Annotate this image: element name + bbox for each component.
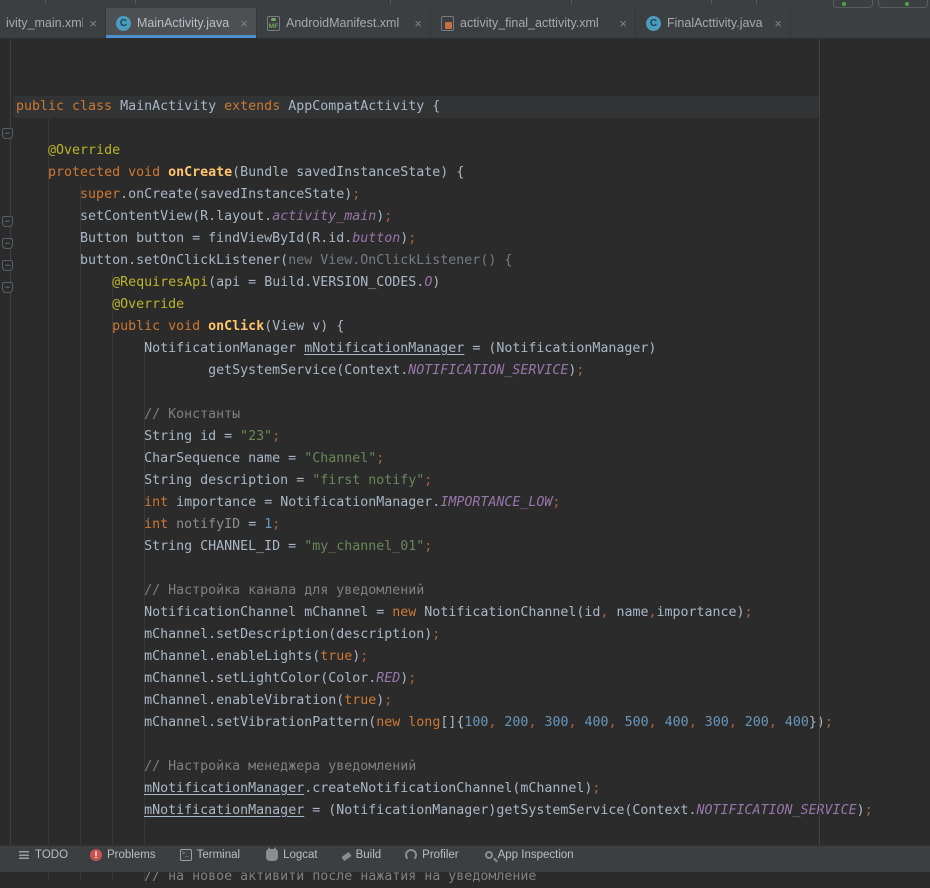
run-status-dot: [842, 2, 846, 6]
build-icon: [341, 852, 351, 861]
code-line: [16, 382, 873, 404]
fold-icon[interactable]: −: [2, 282, 13, 293]
code-line: mChannel.setVibrationPattern(new long[]{…: [16, 712, 873, 734]
tool-window-bar: TODO Problems Terminal Logcat Build Profiler A…: [0, 845, 930, 872]
toolbar-strip: [0, 0, 930, 8]
code-line: String CHANNEL_ID = "my_channel_01";: [16, 536, 873, 558]
manifest-file-icon: [267, 16, 280, 31]
code-line: mNotificationManager = (NotificationMana…: [16, 800, 873, 822]
java-class-icon: C: [116, 16, 131, 31]
problems-icon: [90, 849, 102, 861]
code-line: // Константы: [16, 404, 873, 426]
code-line: [16, 558, 873, 580]
toolbar-tick: [571, 0, 572, 4]
tool-window-button-problems[interactable]: Problems: [90, 849, 156, 861]
right-margin-guide: [819, 39, 820, 845]
close-icon[interactable]: ×: [238, 17, 250, 30]
code-line: int notifyID = 1;: [16, 514, 873, 536]
tool-window-label: Terminal: [197, 849, 240, 861]
code-editor[interactable]: public class MainActivity extends AppCom…: [0, 39, 930, 845]
tool-window-label: Build: [356, 849, 382, 861]
terminal-icon: [180, 849, 192, 861]
toolbar-button[interactable]: [833, 0, 873, 8]
tool-window-button-profiler[interactable]: Profiler: [405, 849, 458, 861]
toolbar-tick: [756, 0, 757, 4]
toolbar-tick: [135, 0, 136, 4]
java-class-icon: C: [646, 16, 661, 31]
code-line: public void onClick(View v) {: [16, 316, 873, 338]
code-line: String description = "first notify";: [16, 470, 873, 492]
code-line: Button button = findViewById(R.id.button…: [16, 228, 873, 250]
code-line: // Настройка канала для уведомлений: [16, 580, 873, 602]
tool-window-button-build[interactable]: Build: [342, 849, 382, 861]
code-line: mChannel.enableLights(true);: [16, 646, 873, 668]
close-icon[interactable]: ×: [87, 17, 99, 30]
tool-window-button-terminal[interactable]: Terminal: [180, 849, 240, 861]
toolbar-tick: [711, 0, 712, 4]
code-text[interactable]: public class MainActivity extends AppCom…: [16, 96, 873, 888]
editor-tab-bar: ivity_main.xml×CMainActivity.java×Androi…: [0, 8, 930, 39]
tab-label: AndroidManifest.xml: [286, 16, 399, 30]
tab-label: MainActivity.java: [137, 16, 229, 30]
tab-ivity-main-xml[interactable]: ivity_main.xml ×: [0, 8, 106, 38]
tool-window-label: App Inspection: [498, 849, 574, 861]
code-line: protected void onCreate(Bundle savedInst…: [16, 162, 873, 184]
tab-label: activity_final_acttivity.xml: [460, 16, 599, 30]
code-line: String id = "23";: [16, 426, 873, 448]
toolbar-tick: [45, 0, 46, 4]
app-inspection-icon: [485, 851, 493, 859]
code-line: getSystemService(Context.NOTIFICATION_SE…: [16, 360, 873, 382]
fold-icon[interactable]: −: [2, 260, 13, 271]
code-line: CharSequence name = "Channel";: [16, 448, 873, 470]
tool-window-label: Problems: [107, 849, 156, 861]
tool-window-label: TODO: [35, 849, 68, 861]
tool-window-button-logcat[interactable]: Logcat: [266, 849, 318, 861]
close-icon[interactable]: ×: [617, 17, 629, 30]
tab-mainactivity-java[interactable]: C MainActivity.java ×: [106, 8, 257, 38]
tool-window-button-todo[interactable]: TODO: [18, 849, 68, 861]
tool-window-label: Logcat: [283, 849, 318, 861]
code-line: super.onCreate(savedInstanceState);: [16, 184, 873, 206]
code-line: NotificationManager mNotificationManager…: [16, 338, 873, 360]
xml-file-icon: [441, 16, 454, 31]
code-line: // Настройка менеджера уведомлений: [16, 756, 873, 778]
code-line: public class MainActivity extends AppCom…: [16, 96, 873, 118]
fold-icon[interactable]: −: [2, 128, 13, 139]
run-status-dot: [905, 2, 909, 6]
tab-activity-final-acttivity-xml[interactable]: activity_final_acttivity.xml ×: [431, 8, 636, 38]
logcat-icon: [266, 849, 278, 861]
code-line: @Override: [16, 140, 873, 162]
tab-label: ivity_main.xml: [6, 16, 83, 30]
code-line: setContentView(R.layout.activity_main);: [16, 206, 873, 228]
close-icon[interactable]: ×: [412, 17, 424, 30]
code-line: mChannel.enableVibration(true);: [16, 690, 873, 712]
code-line: button.setOnClickListener(new View.OnCli…: [16, 250, 873, 272]
fold-icon[interactable]: −: [2, 216, 13, 227]
gutter-fold-line: [10, 39, 11, 845]
tool-window-button-app-inspection[interactable]: App Inspection: [485, 849, 574, 861]
code-line: mChannel.setLightColor(Color.RED);: [16, 668, 873, 690]
code-line: int importance = NotificationManager.IMP…: [16, 492, 873, 514]
fold-icon[interactable]: −: [2, 238, 13, 249]
profiler-icon: [405, 849, 417, 861]
code-line: mNotificationManager.createNotificationC…: [16, 778, 873, 800]
code-line: [16, 822, 873, 844]
code-line: NotificationChannel mChannel = new Notif…: [16, 602, 873, 624]
close-icon[interactable]: ×: [772, 17, 784, 30]
code-line: [16, 118, 873, 140]
todo-icon: [18, 849, 30, 861]
code-line: [16, 734, 873, 756]
code-line: @Override: [16, 294, 873, 316]
tool-window-label: Profiler: [422, 849, 458, 861]
tab-finalacttivity-java[interactable]: C FinalActtivity.java ×: [636, 8, 791, 38]
tab-androidmanifest-xml[interactable]: AndroidManifest.xml ×: [257, 8, 431, 38]
toolbar-tick: [390, 0, 391, 4]
toolbar-button[interactable]: [878, 0, 928, 8]
tab-label: FinalActtivity.java: [667, 16, 763, 30]
code-line: @RequiresApi(api = Build.VERSION_CODES.O…: [16, 272, 873, 294]
code-line: mChannel.setDescription(description);: [16, 624, 873, 646]
